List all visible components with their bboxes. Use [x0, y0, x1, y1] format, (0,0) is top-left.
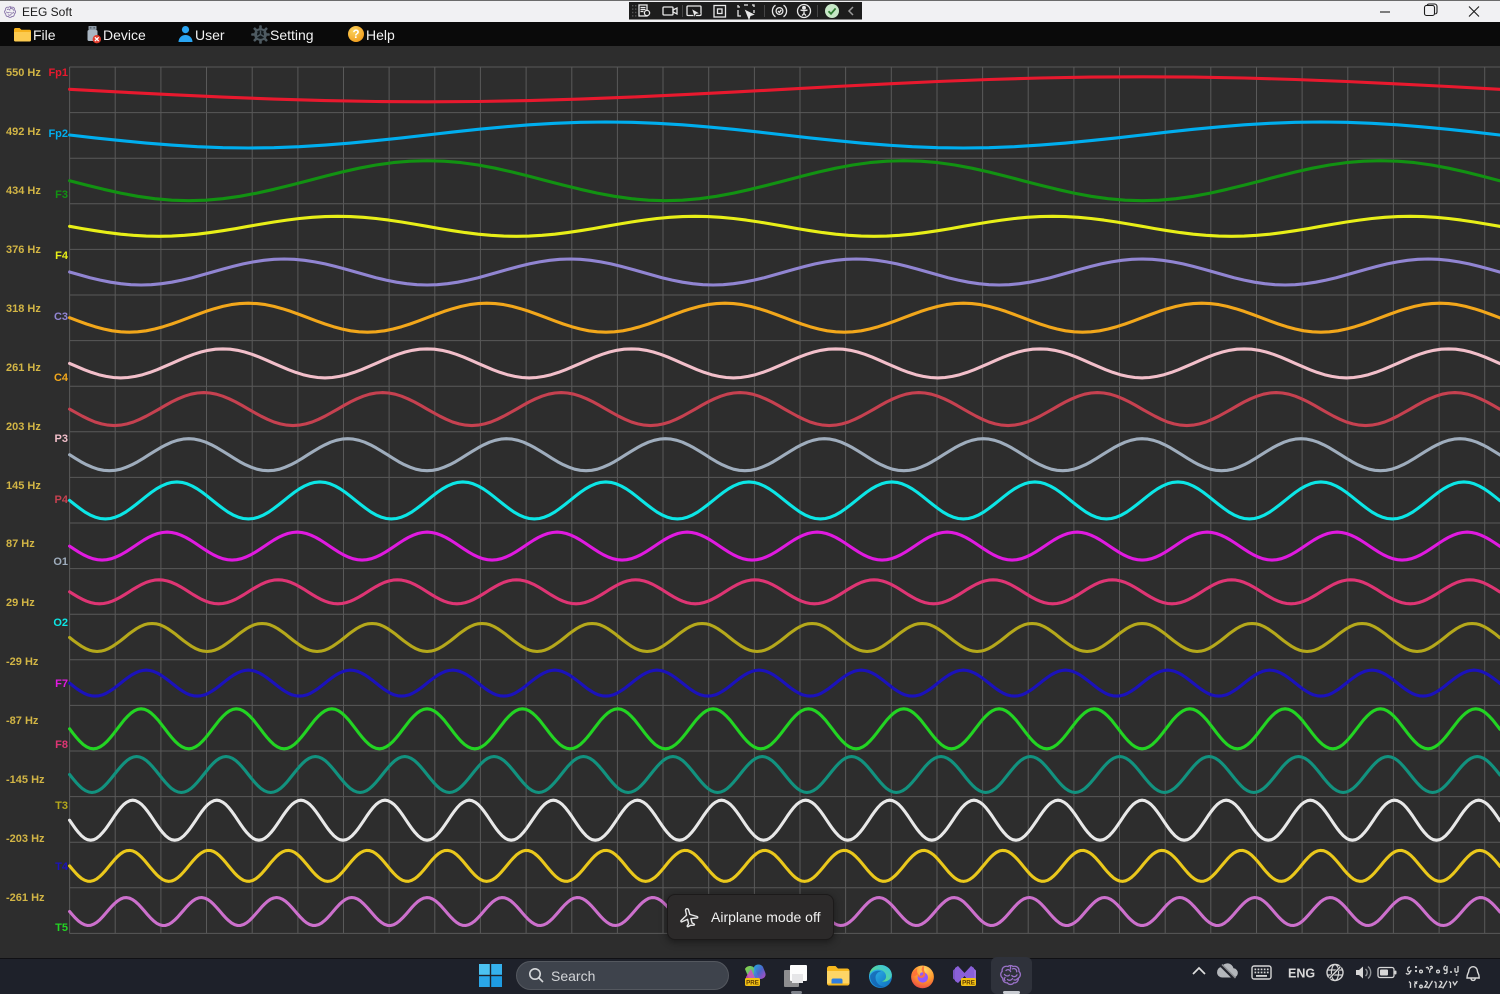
svg-text:PRE: PRE [962, 979, 975, 986]
svg-text:ENG: ENG [1288, 967, 1315, 981]
svg-text:?: ? [352, 29, 359, 41]
svg-text:PRE: PRE [746, 979, 759, 986]
